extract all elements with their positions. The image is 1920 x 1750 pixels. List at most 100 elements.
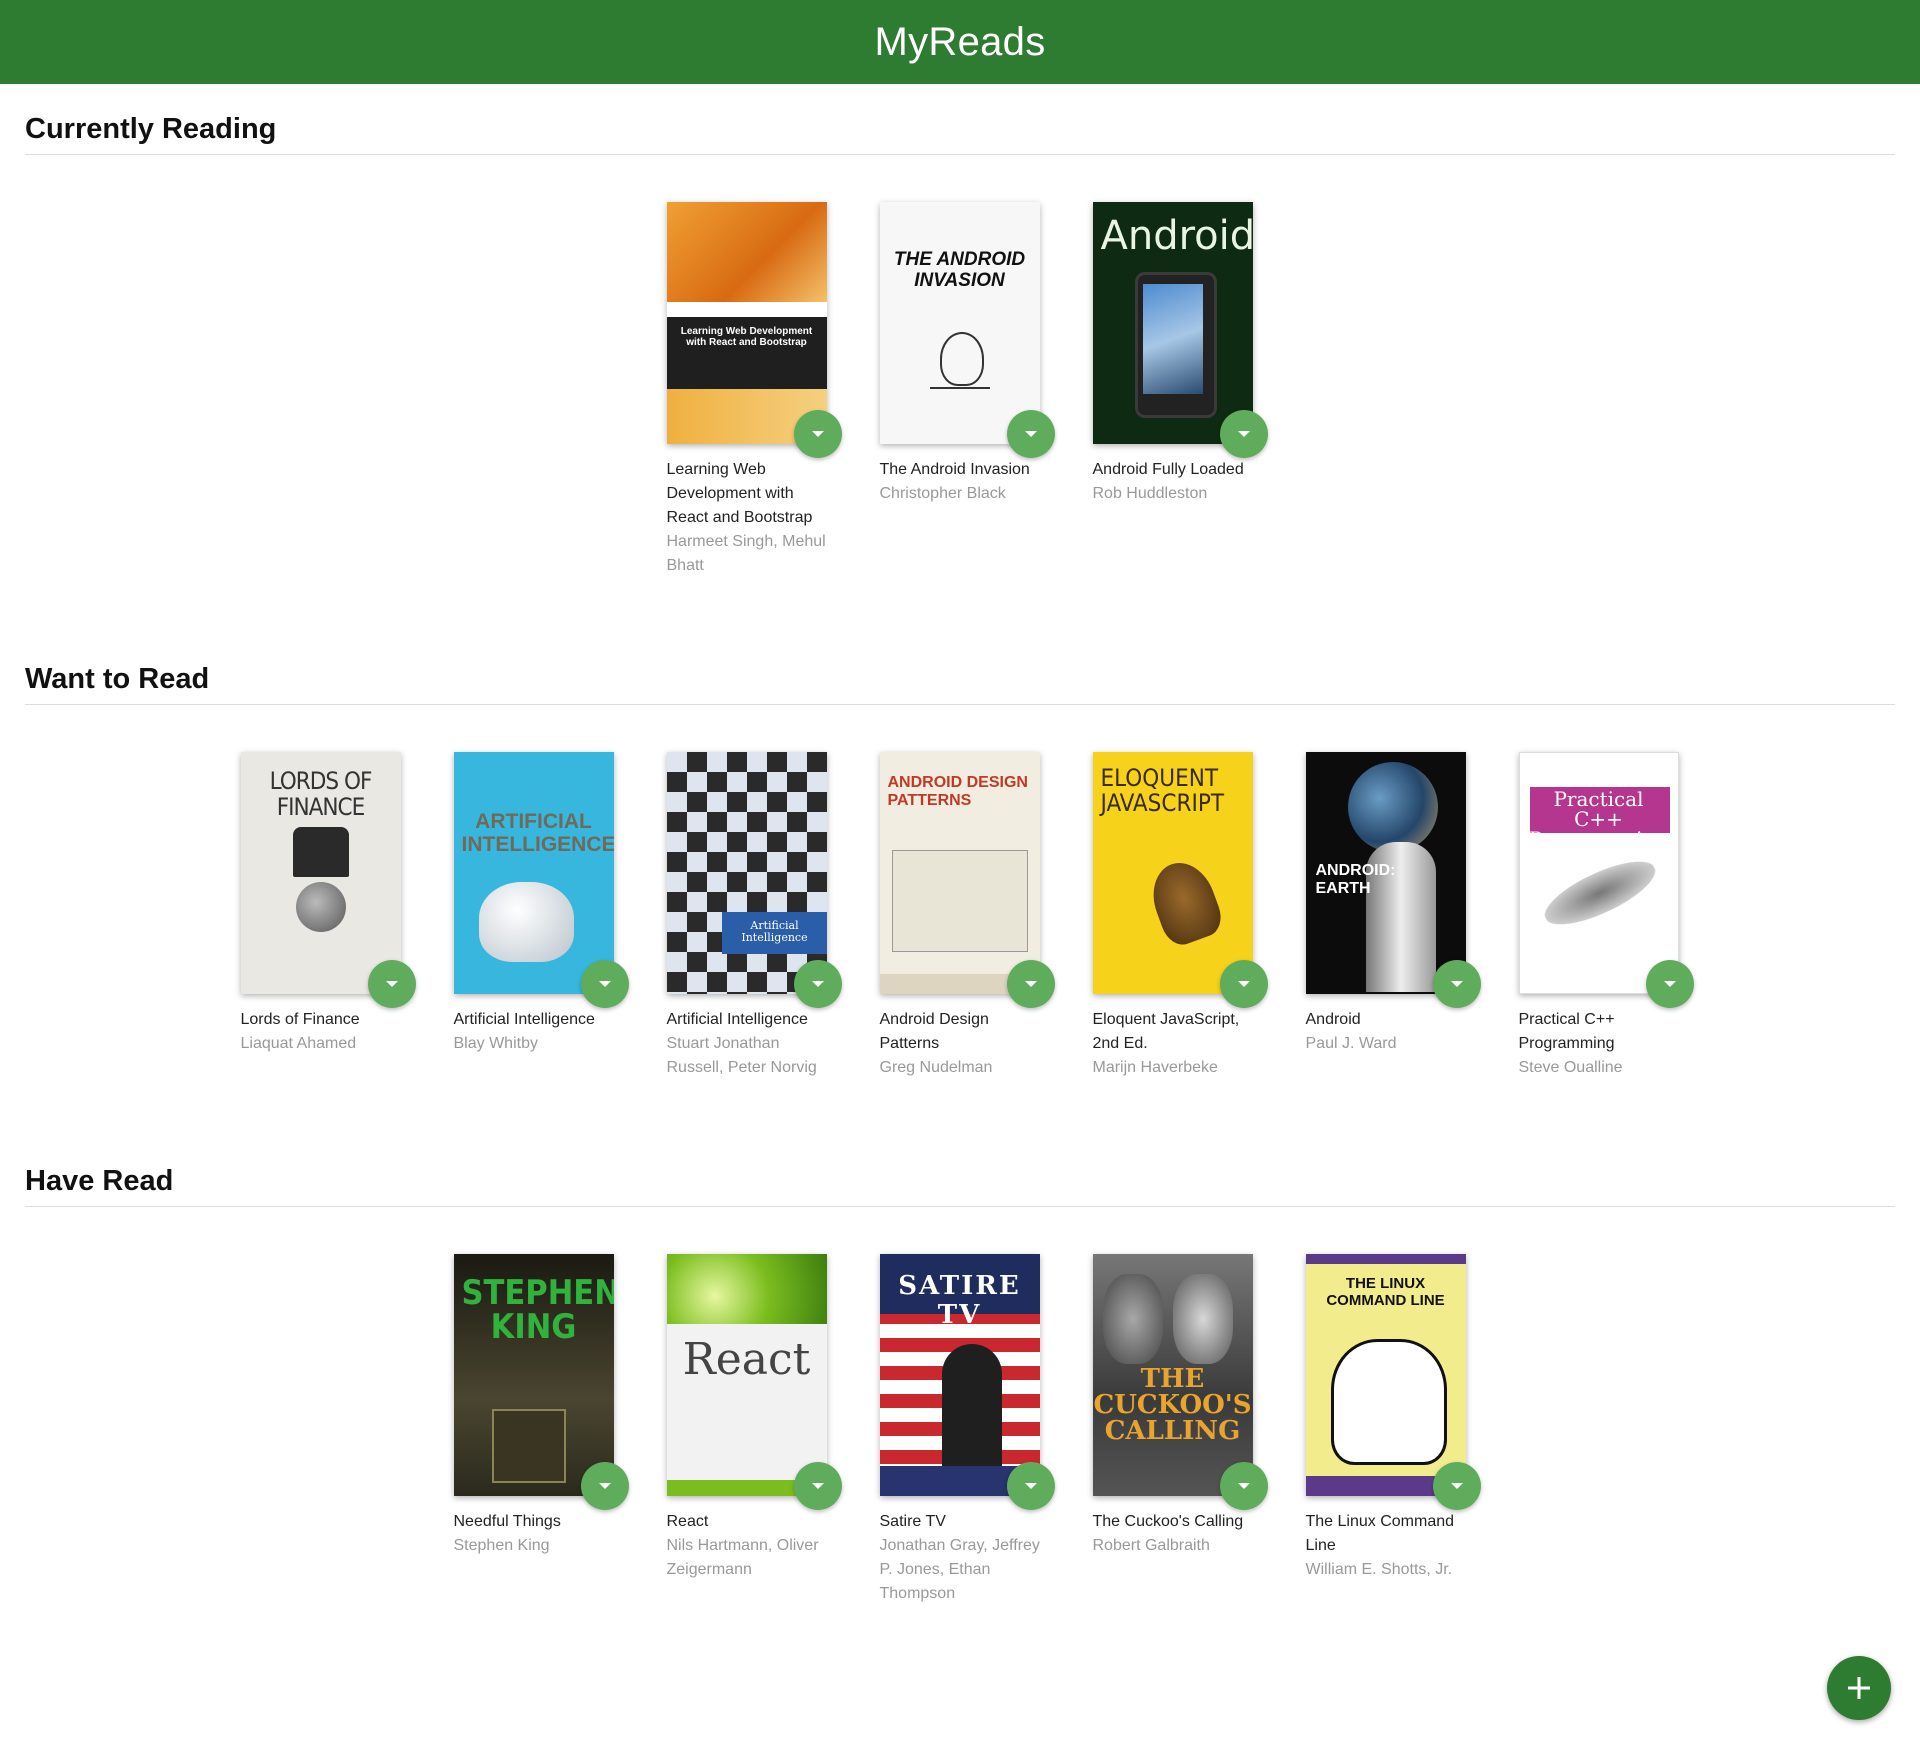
shelf-changer-button[interactable] — [1006, 1462, 1055, 1510]
book-authors: Harmeet Singh, Mehul Bhatt — [666, 533, 826, 574]
shelf-changer-button[interactable] — [793, 410, 842, 458]
shelf-changer-button[interactable] — [1219, 960, 1268, 1008]
book: LORDS OF FINANCE Lords of Finance Liaqua… — [240, 752, 416, 1080]
cover-text: THE CUCKOO'S CALLING — [1093, 1364, 1252, 1446]
book-cover[interactable]: Artificial Intelligence — [666, 752, 827, 994]
shelf-changer-button[interactable] — [580, 960, 629, 1008]
caret-down-icon — [811, 981, 824, 987]
shelf-changer-button[interactable] — [1432, 960, 1481, 1008]
book-cover[interactable]: THE CUCKOO'S CALLING — [1092, 1254, 1253, 1496]
app-title: MyReads — [874, 19, 1046, 64]
book-cover[interactable]: LORDS OF FINANCE — [240, 752, 401, 994]
shelf-changer-button[interactable] — [1219, 410, 1268, 458]
cover-text: THE ANDROID INVASION — [893, 249, 1026, 291]
book: React React Nils Hartmann, Oliver Zeiger… — [666, 1254, 842, 1606]
book-cover[interactable]: Practical C++ Programming — [1518, 752, 1679, 994]
book: THE LINUX COMMAND LINE The Linux Command… — [1305, 1254, 1481, 1606]
book-authors: Steve Oualline — [1518, 1059, 1623, 1076]
shelf-currently-reading: Currently Reading Learning Web Developme… — [25, 106, 1895, 578]
book-authors: Stuart Jonathan Russell, Peter Norvig — [666, 1035, 817, 1076]
book-cover[interactable]: Learning Web Development with React and … — [666, 202, 827, 444]
book-title: The Android Invasion — [879, 461, 1030, 478]
caret-down-icon — [1450, 981, 1463, 987]
book-authors: Robert Galbraith — [1092, 1537, 1210, 1554]
book-cover[interactable]: THE ANDROID INVASION — [879, 202, 1040, 444]
book-title: The Linux Command Line — [1305, 1513, 1455, 1554]
cover-text: Practical C++ Programming — [1528, 787, 1669, 851]
book-authors: Christopher Black — [879, 485, 1006, 502]
shelf-want-to-read: Want to Read LORDS OF FINANCE Lords of F… — [25, 656, 1895, 1080]
caret-down-icon — [1237, 1483, 1250, 1489]
book-authors: Greg Nudelman — [879, 1059, 993, 1076]
book-cover[interactable]: Android — [1092, 202, 1253, 444]
cover-text: STEPHEN KING — [461, 1273, 614, 1347]
book-cover[interactable]: ANDROID: EARTH — [1305, 752, 1466, 994]
shelf-changer-button[interactable] — [1645, 960, 1694, 1008]
book-title: Practical C++ Programming — [1518, 1011, 1615, 1052]
books-grid: LORDS OF FINANCE Lords of Finance Liaqua… — [25, 752, 1895, 1080]
book-authors: Paul J. Ward — [1305, 1035, 1397, 1052]
shelf-changer-button[interactable] — [793, 960, 842, 1008]
cover-text: ANDROID: EARTH — [1315, 862, 1396, 897]
book-title: Needful Things — [453, 1513, 561, 1530]
shelf-changer-button[interactable] — [367, 960, 416, 1008]
book-title: Artificial Intelligence — [453, 1011, 595, 1028]
books-grid: Learning Web Development with React and … — [25, 202, 1895, 578]
cover-text: Learning Web Development with React and … — [680, 326, 813, 348]
book-title: Satire TV — [879, 1513, 946, 1530]
shelf-changer-button[interactable] — [580, 1462, 629, 1510]
book-cover[interactable]: THE LINUX COMMAND LINE — [1305, 1254, 1466, 1496]
caret-down-icon — [1024, 1483, 1037, 1489]
shelf-changer-button[interactable] — [1006, 960, 1055, 1008]
book: Android Android Fully Loaded Rob Huddles… — [1092, 202, 1268, 578]
book-title: Lords of Finance — [240, 1011, 360, 1028]
caret-down-icon — [598, 981, 611, 987]
book-title: The Cuckoo's Calling — [1092, 1513, 1244, 1530]
book-title: Android Fully Loaded — [1092, 461, 1244, 478]
book-cover[interactable]: SATIRE TV — [879, 1254, 1040, 1496]
book: SATIRE TV Satire TV Jonathan Gray, Jeffr… — [879, 1254, 1055, 1606]
add-book-button[interactable] — [1827, 1656, 1891, 1720]
cover-text: ARTIFICIAL INTELLIGENCE — [461, 810, 614, 857]
shelf-changer-button[interactable] — [793, 1462, 842, 1510]
caret-down-icon — [1663, 981, 1676, 987]
caret-down-icon — [1024, 431, 1037, 437]
app-header: MyReads — [0, 0, 1920, 84]
caret-down-icon — [811, 431, 824, 437]
book-authors: Blay Whitby — [453, 1035, 538, 1052]
book-cover[interactable]: ARTIFICIAL INTELLIGENCE — [453, 752, 614, 994]
books-grid: STEPHEN KING Needful Things Stephen King… — [25, 1254, 1895, 1606]
cover-text: THE LINUX COMMAND LINE — [1326, 1275, 1445, 1309]
shelf-changer-button[interactable] — [1006, 410, 1055, 458]
book-authors: Marijn Haverbeke — [1092, 1059, 1218, 1076]
book: ARTIFICIAL INTELLIGENCE Artificial Intel… — [453, 752, 629, 1080]
book-title: Artificial Intelligence — [666, 1011, 808, 1028]
caret-down-icon — [1024, 981, 1037, 987]
caret-down-icon — [1237, 981, 1250, 987]
book-authors: Stephen King — [453, 1537, 550, 1554]
caret-down-icon — [811, 1483, 824, 1489]
book-cover[interactable]: React — [666, 1254, 827, 1496]
shelf-title: Want to Read — [25, 656, 1895, 705]
book: ELOQUENT JAVASCRIPT Eloquent JavaScript,… — [1092, 752, 1268, 1080]
plus-icon — [1848, 1677, 1870, 1699]
book: STEPHEN KING Needful Things Stephen King — [453, 1254, 629, 1606]
book: THE ANDROID INVASION The Android Invasio… — [879, 202, 1055, 578]
book-authors: Liaquat Ahamed — [240, 1035, 357, 1052]
book-authors: Jonathan Gray, Jeffrey P. Jones, Ethan T… — [879, 1537, 1040, 1602]
shelf-changer-button[interactable] — [1219, 1462, 1268, 1510]
cover-text: ELOQUENT JAVASCRIPT — [1100, 764, 1225, 818]
book-cover[interactable]: ELOQUENT JAVASCRIPT — [1092, 752, 1253, 994]
shelf-changer-button[interactable] — [1432, 1462, 1481, 1510]
shelf-have-read: Have Read STEPHEN KING Needful Things St… — [25, 1158, 1895, 1606]
book-cover[interactable]: STEPHEN KING — [453, 1254, 614, 1496]
cover-text: SATIRE TV — [898, 1271, 1021, 1330]
book-authors: Rob Huddleston — [1092, 485, 1208, 502]
book: Learning Web Development with React and … — [666, 202, 842, 578]
book-title: Android Design Patterns — [879, 1011, 989, 1052]
book-cover[interactable]: ANDROID DESIGN PATTERNS — [879, 752, 1040, 994]
cover-text: Android — [1100, 213, 1253, 259]
book: ANDROID DESIGN PATTERNS Android Design P… — [879, 752, 1055, 1080]
cover-text: ANDROID DESIGN PATTERNS — [887, 774, 1028, 809]
book: Artificial Intelligence Artificial Intel… — [666, 752, 842, 1080]
